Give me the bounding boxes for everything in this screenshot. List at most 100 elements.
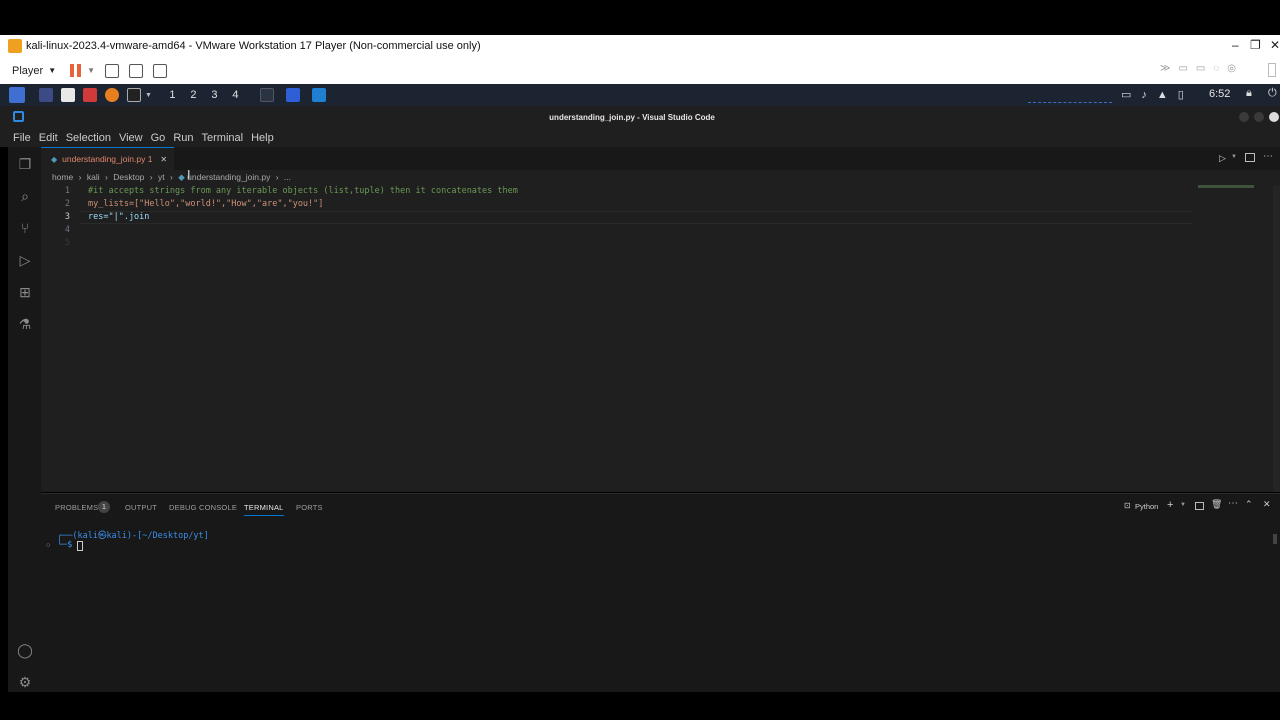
vmware-app-icon: [8, 39, 22, 53]
tab-ports[interactable]: PORTS: [296, 503, 323, 512]
unity-icon[interactable]: [153, 63, 168, 78]
vscode-titlebar: understanding_join.py - Visual Studio Co…: [0, 106, 1280, 129]
minimap[interactable]: [1198, 185, 1254, 188]
maximize-button[interactable]: ❐: [1250, 38, 1261, 52]
terminal-prompt-line1[interactable]: ┌──(kali㉿kali)-[~/Desktop/yt]: [57, 529, 209, 541]
tab-terminal[interactable]: TERMINAL: [244, 503, 284, 516]
breadcrumb-more[interactable]: ...: [284, 172, 291, 182]
task-vscode-icon[interactable]: [311, 88, 326, 102]
python-file-icon: ◆: [178, 172, 185, 182]
more-actions-icon[interactable]: ⋯: [1228, 498, 1238, 509]
current-line-highlight: [80, 211, 1192, 224]
breadcrumb-file[interactable]: understanding_join.py: [187, 172, 270, 182]
fullscreen-icon[interactable]: [129, 63, 144, 78]
tab-output[interactable]: OUTPUT: [125, 503, 157, 512]
terminal-scrollbar[interactable]: [1273, 534, 1277, 544]
breadcrumb-desktop[interactable]: Desktop: [113, 172, 144, 182]
tray-icons[interactable]: ▭♪▲▯: [1121, 88, 1194, 101]
gear-icon[interactable]: ⚙: [17, 674, 33, 690]
breadcrumb: home › kali › Desktop › yt › ◆ understan…: [52, 172, 292, 182]
chevron-down-icon[interactable]: ▼: [48, 66, 56, 75]
minimize-button[interactable]: –: [1232, 38, 1239, 52]
show-desktop-icon[interactable]: [39, 88, 53, 102]
workspace-2[interactable]: 2: [183, 89, 204, 101]
more-actions-icon[interactable]: ⋯: [1263, 151, 1273, 162]
menu-file[interactable]: File: [13, 132, 31, 144]
minimize-button[interactable]: [1239, 112, 1249, 122]
firefox-icon[interactable]: [105, 88, 119, 102]
code-line-1[interactable]: #it accepts strings from any iterable ob…: [88, 186, 518, 196]
menu-go[interactable]: Go: [151, 132, 166, 144]
close-button[interactable]: ✕: [1270, 38, 1280, 52]
accounts-icon[interactable]: ◯: [17, 642, 33, 658]
terminal-prompt-line2[interactable]: └─$: [57, 540, 77, 550]
kali-menu-icon[interactable]: [9, 87, 25, 103]
menu-view[interactable]: View: [119, 132, 143, 144]
workspace-4[interactable]: 4: [225, 89, 246, 101]
split-terminal-icon[interactable]: [1195, 502, 1204, 510]
lock-icon[interactable]: 🔒︎: [1246, 87, 1252, 100]
menu-help[interactable]: Help: [251, 132, 274, 144]
tab-bar: ◆ understanding_join.py 1 ✕ ▷ ▼ ⋯: [41, 147, 1280, 170]
run-debug-icon[interactable]: ▷: [17, 252, 33, 268]
file-manager-icon[interactable]: [61, 88, 75, 102]
text-cursor-icon: Ⅰ: [187, 168, 191, 182]
tab-label: understanding_join.py 1: [62, 154, 153, 164]
screen: kali-linux-2023.4-vmware-amd64 - VMware …: [0, 0, 1280, 720]
code-line-3[interactable]: res="|".join: [88, 212, 149, 222]
task-terminal-icon[interactable]: [259, 88, 274, 102]
line-number: 5: [64, 238, 70, 248]
chevron-down-icon[interactable]: ▼: [1231, 154, 1237, 160]
menu-edit[interactable]: Edit: [39, 132, 58, 144]
terminal-cursor: [77, 541, 83, 551]
text-editor-icon[interactable]: [83, 88, 97, 102]
workspace-3[interactable]: 3: [204, 89, 225, 101]
maximize-button[interactable]: [1254, 112, 1264, 122]
chevron-down-icon[interactable]: ▼: [1180, 502, 1186, 508]
menu-run[interactable]: Run: [173, 132, 193, 144]
send-ctrl-alt-del-icon[interactable]: [105, 63, 120, 78]
maximize-panel-icon[interactable]: ⌃: [1245, 499, 1253, 510]
device-status-icons[interactable]: ≫▭▭◌◎: [1160, 63, 1244, 74]
run-python-icon[interactable]: ▷: [1219, 153, 1226, 164]
testing-icon[interactable]: ⚗: [17, 316, 33, 332]
pause-icon[interactable]: [70, 64, 82, 77]
search-icon[interactable]: ⌕: [17, 188, 33, 204]
power-icon[interactable]: ⏻: [1268, 87, 1277, 100]
breadcrumb-home[interactable]: home: [52, 172, 73, 182]
cpu-graph: [1028, 97, 1112, 103]
split-editor-icon[interactable]: [1245, 153, 1255, 162]
menu-selection[interactable]: Selection: [66, 132, 111, 144]
menu-terminal[interactable]: Terminal: [202, 132, 244, 144]
extensions-icon[interactable]: ⊞: [17, 284, 33, 300]
task-files-icon[interactable]: [285, 88, 300, 102]
vscode-window-title: understanding_join.py - Visual Studio Co…: [549, 113, 715, 122]
vmware-window-title: kali-linux-2023.4-vmware-amd64 - VMware …: [26, 40, 481, 52]
trash-icon[interactable]: 🗑︎: [1211, 499, 1222, 510]
close-button[interactable]: [1269, 112, 1279, 122]
line-number: 2: [64, 199, 70, 209]
terminal-profile[interactable]: Python: [1135, 502, 1158, 511]
new-terminal-icon[interactable]: +: [1167, 499, 1173, 511]
close-icon[interactable]: ✕: [1263, 499, 1271, 510]
editor-scrollbar[interactable]: [1273, 186, 1280, 492]
chevron-down-icon[interactable]: ▼: [145, 92, 152, 99]
workspace-1[interactable]: 1: [162, 89, 183, 101]
problems-badge: 1: [98, 501, 110, 513]
player-menu[interactable]: Player: [12, 65, 43, 77]
code-line-2[interactable]: my_lists=["Hello","world!","How","are","…: [88, 199, 323, 209]
clock[interactable]: 6:52: [1209, 88, 1230, 100]
tab-understanding-join[interactable]: ◆ understanding_join.py 1 ✕: [41, 147, 174, 170]
tab-problems[interactable]: PROBLEMS: [55, 503, 98, 512]
source-control-icon[interactable]: ⑂: [17, 220, 33, 236]
terminal-icon[interactable]: [127, 88, 141, 102]
kali-panel: ▼ 1 2 3 4 ▭♪▲▯ 6:52 🔒︎ ⏻: [0, 84, 1280, 106]
chevron-down-icon[interactable]: ▼: [87, 66, 95, 75]
terminal-profile-icon[interactable]: ⊡: [1124, 501, 1131, 510]
expand-handle-icon[interactable]: [1268, 63, 1276, 77]
close-icon[interactable]: ✕: [160, 155, 167, 164]
tab-debug-console[interactable]: DEBUG CONSOLE: [169, 503, 237, 512]
explorer-icon[interactable]: ❐: [17, 156, 33, 172]
breadcrumb-kali[interactable]: kali: [87, 172, 100, 182]
breadcrumb-yt[interactable]: yt: [158, 172, 165, 182]
